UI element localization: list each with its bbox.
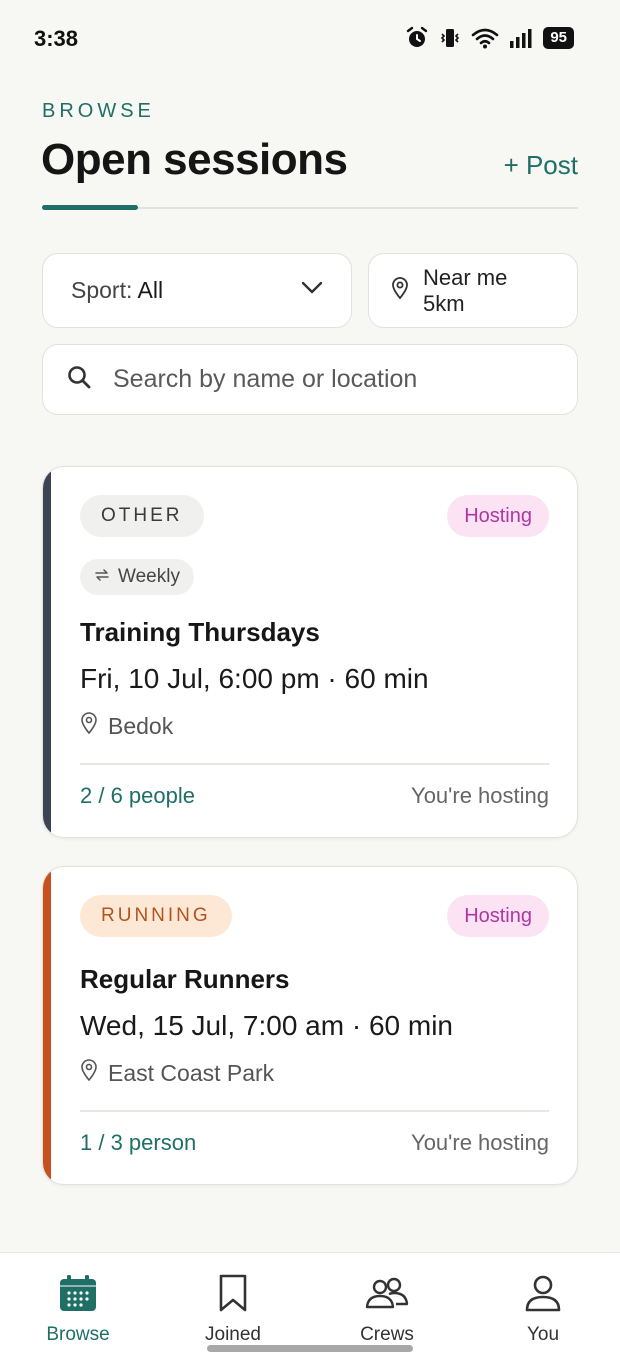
wifi-icon (471, 27, 499, 49)
home-indicator[interactable] (207, 1345, 413, 1352)
session-attendee-count: 2 / 6 people (80, 783, 195, 808)
alarm-icon (405, 26, 429, 50)
location-pin-icon (80, 1058, 98, 1088)
location-pin-icon (391, 276, 409, 305)
session-location: East Coast Park (80, 1058, 274, 1088)
session-card[interactable]: OTHER Hosting Weekly Training Thursdays … (42, 466, 578, 838)
vibrate-icon (439, 26, 461, 50)
session-location-label: Bedok (108, 712, 174, 739)
nav-label: You (526, 1324, 560, 1345)
status-bar: 3:38 95 (0, 0, 620, 80)
repeat-icon (94, 566, 110, 588)
sport-filter-select[interactable]: Sport: All (42, 253, 352, 328)
search-input[interactable]: Search by name or location (42, 344, 578, 415)
section-eyebrow: BROWSE (42, 100, 155, 122)
search-placeholder: Search by name or location (113, 365, 418, 393)
sport-color-stripe (43, 467, 51, 837)
session-role: You're hosting (411, 1130, 549, 1155)
bookmark-icon (213, 1273, 253, 1318)
nav-item-joined[interactable]: Joined (173, 1273, 293, 1346)
status-icons: 95 (405, 26, 574, 50)
location-pin-icon (80, 711, 98, 741)
nav-item-crews[interactable]: Crews (327, 1273, 447, 1346)
hosting-badge: Hosting (447, 495, 549, 537)
search-icon (67, 365, 91, 394)
sport-filter-label: Sport: All (71, 277, 164, 303)
battery-indicator: 95 (543, 27, 574, 49)
post-button[interactable]: + Post (504, 150, 578, 181)
sport-chip: OTHER (80, 495, 204, 537)
hosting-badge: Hosting (447, 895, 549, 937)
signal-icon (509, 27, 533, 49)
people-icon (365, 1273, 409, 1318)
session-datetime: Fri, 10 Jul, 6:00 pm · 60 min (80, 663, 429, 694)
repeat-chip: Weekly (80, 559, 194, 595)
chevron-down-icon (301, 281, 323, 300)
nav-label: Crews (360, 1324, 414, 1345)
sport-color-stripe (43, 867, 51, 1184)
session-location-label: East Coast Park (108, 1059, 275, 1086)
nav-item-you[interactable]: You (483, 1273, 603, 1346)
calendar-icon (58, 1273, 98, 1318)
sport-filter-value: All (137, 277, 164, 303)
nav-label: Joined (205, 1324, 261, 1345)
person-icon (523, 1273, 563, 1318)
nav-item-browse[interactable]: Browse (18, 1273, 138, 1346)
card-divider (80, 763, 549, 765)
session-attendee-count: 1 / 3 person (80, 1130, 197, 1155)
status-time: 3:38 (34, 26, 79, 51)
session-title: Training Thursdays (80, 617, 320, 647)
session-location: Bedok (80, 711, 173, 741)
page-title: Open sessions (41, 135, 348, 184)
session-role: You're hosting (411, 783, 549, 808)
session-title: Regular Runners (80, 964, 290, 994)
repeat-label: Weekly (118, 566, 180, 587)
card-divider (80, 1110, 549, 1112)
header-accent-bar (42, 205, 138, 210)
near-me-filter-button[interactable]: Near me 5km (368, 253, 578, 328)
sport-chip: RUNNING (80, 895, 232, 937)
session-card[interactable]: RUNNING Hosting Regular Runners Wed, 15 … (42, 866, 578, 1185)
nav-label: Browse (46, 1324, 110, 1345)
session-datetime: Wed, 15 Jul, 7:00 am · 60 min (80, 1010, 453, 1041)
near-me-label: Near me 5km (423, 264, 508, 316)
